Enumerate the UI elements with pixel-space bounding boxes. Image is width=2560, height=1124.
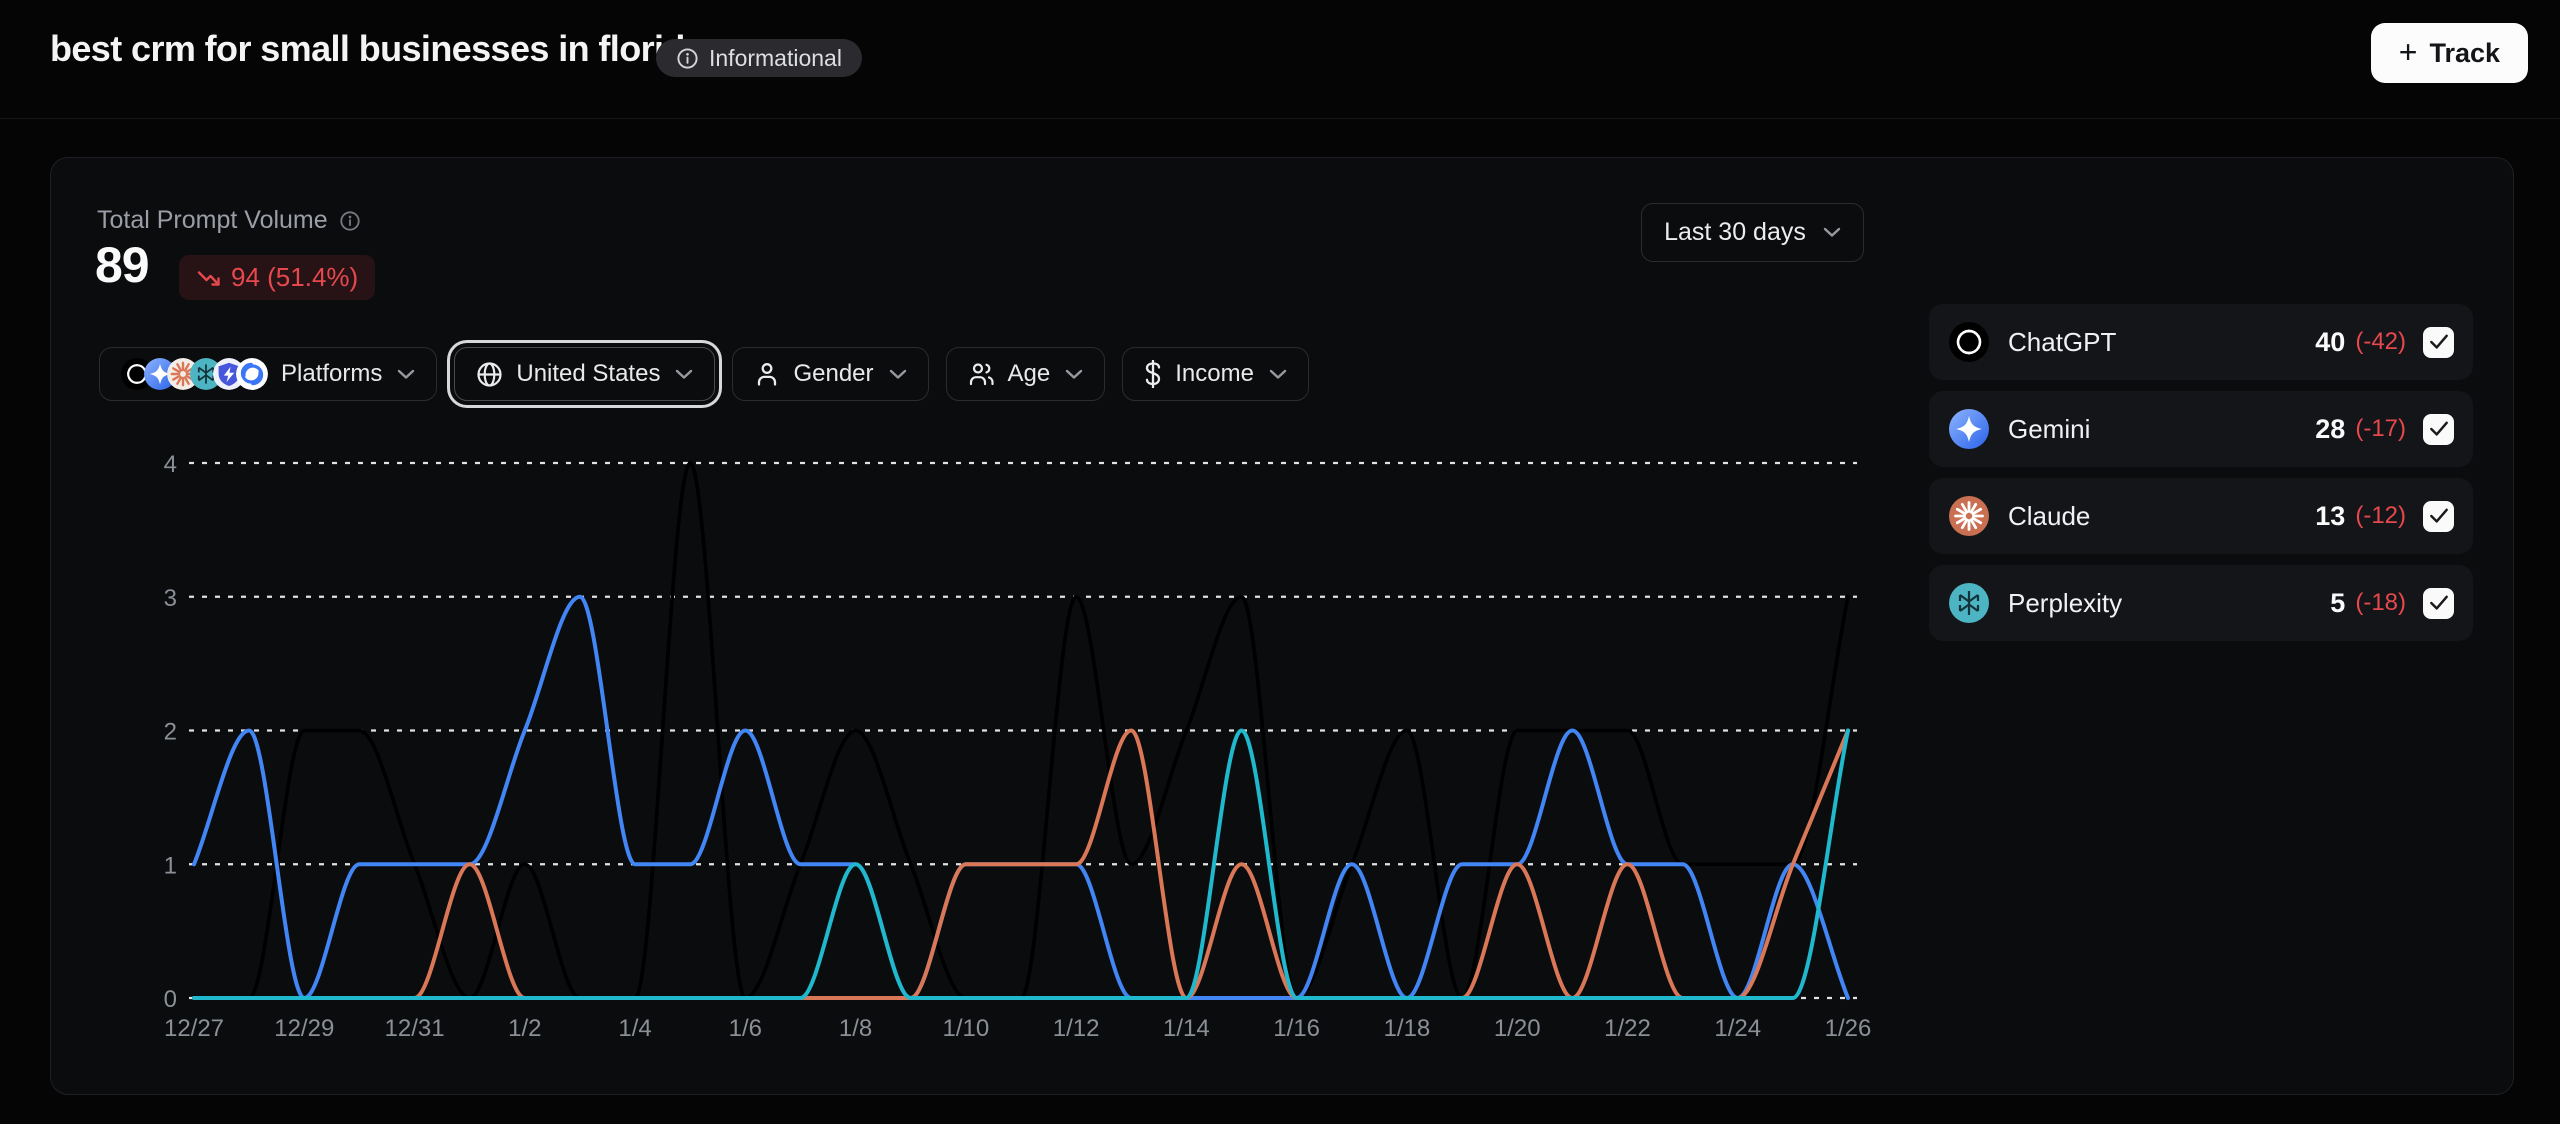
y-tick-label: 2: [164, 719, 177, 746]
prompt-tracking-dashboard: best crm for small businesses in florida…: [0, 0, 2560, 1124]
x-tick-label: 1/26: [1825, 1015, 1872, 1042]
check-icon: [2429, 594, 2449, 612]
legend-platform-delta: (-42): [2355, 328, 2406, 356]
legend-platform-value: 28: [2315, 414, 2345, 445]
x-tick-label: 1/24: [1714, 1015, 1761, 1042]
x-tick-label: 12/29: [274, 1015, 334, 1042]
y-axis-labels: 0 1 2 3 4: [164, 451, 177, 1013]
check-icon: [2429, 333, 2449, 351]
check-icon: [2429, 420, 2449, 438]
openai-logo-icon: [1949, 322, 1989, 362]
y-tick-label: 4: [164, 451, 177, 478]
y-tick-label: 0: [164, 986, 177, 1013]
x-tick-label: 1/6: [729, 1015, 762, 1042]
intent-badge: Informational: [656, 39, 862, 77]
legend-platform-name: Gemini: [2008, 414, 2315, 445]
legend-platform-name: Perplexity: [2008, 588, 2330, 619]
x-tick-label: 1/2: [508, 1015, 541, 1042]
legend-row-perplexity[interactable]: Perplexity 5 (-18): [1929, 565, 2473, 641]
check-icon: [2429, 507, 2449, 525]
x-tick-label: 12/27: [164, 1015, 224, 1042]
plus-icon: +: [2399, 36, 2418, 68]
info-circle-icon: [676, 47, 699, 70]
legend-platform-delta: (-17): [2355, 415, 2406, 443]
legend-platform-value: 13: [2315, 501, 2345, 532]
track-button[interactable]: + Track: [2371, 23, 2528, 83]
platform-legend: ChatGPT 40 (-42) Gemini 28 (: [1929, 304, 2473, 641]
x-tick-label: 1/8: [839, 1015, 872, 1042]
x-tick-label: 1/4: [618, 1015, 651, 1042]
track-button-label: Track: [2429, 38, 2500, 69]
legend-platform-name: ChatGPT: [2008, 327, 2315, 358]
legend-checkbox[interactable]: [2423, 414, 2454, 445]
legend-checkbox[interactable]: [2423, 588, 2454, 619]
x-tick-label: 1/16: [1273, 1015, 1320, 1042]
top-bar: best crm for small businesses in florida…: [0, 0, 2560, 119]
y-tick-label: 3: [164, 585, 177, 612]
legend-checkbox[interactable]: [2423, 327, 2454, 358]
page-title: best crm for small businesses in florida: [50, 28, 704, 70]
legend-platform-name: Claude: [2008, 501, 2315, 532]
claude-logo-icon: [1949, 496, 1989, 536]
x-tick-label: 1/18: [1384, 1015, 1431, 1042]
legend-checkbox[interactable]: [2423, 501, 2454, 532]
prompt-volume-card: Total Prompt Volume 89 94 (51.4%) Last 3…: [50, 157, 2514, 1095]
legend-row-claude[interactable]: Claude 13 (-12): [1929, 478, 2473, 554]
legend-platform-delta: (-12): [2355, 502, 2406, 530]
intent-badge-label: Informational: [709, 45, 842, 72]
x-tick-label: 1/22: [1604, 1015, 1651, 1042]
y-tick-label: 1: [164, 852, 177, 879]
x-tick-label: 1/10: [943, 1015, 990, 1042]
legend-platform-value: 40: [2315, 327, 2345, 358]
x-tick-label: 1/20: [1494, 1015, 1541, 1042]
legend-row-gemini[interactable]: Gemini 28 (-17): [1929, 391, 2473, 467]
legend-platform-value: 5: [2330, 588, 2345, 619]
perplexity-logo-icon: [1949, 583, 1989, 623]
x-axis-labels: 12/27 12/29 12/31 1/2 1/4 1/6 1/8 1/10 1/12 1/14 1…: [164, 1015, 1871, 1042]
x-tick-label: 1/14: [1163, 1015, 1210, 1042]
legend-row-chatgpt[interactable]: ChatGPT 40 (-42): [1929, 304, 2473, 380]
x-tick-label: 12/31: [385, 1015, 445, 1042]
x-tick-label: 1/12: [1053, 1015, 1100, 1042]
legend-platform-delta: (-18): [2355, 589, 2406, 617]
gemini-logo-icon: [1949, 409, 1989, 449]
